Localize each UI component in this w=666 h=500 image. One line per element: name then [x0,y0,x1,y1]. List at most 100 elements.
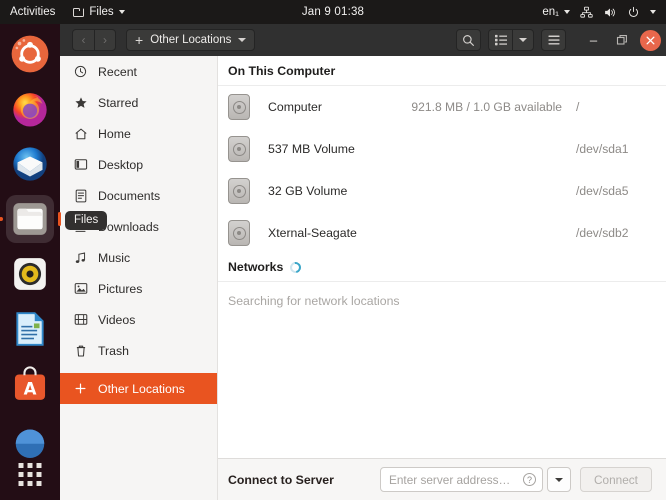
system-status-area[interactable]: en₁ [538,0,660,24]
grid-dot [27,472,33,477]
table-row[interactable]: Xternal-Seagate /dev/sdb2 [218,212,666,254]
back-button[interactable]: ‹ [72,29,94,51]
path-bar-label: Other Locations [150,34,232,46]
table-row[interactable]: Computer 921.8 MB / 1.0 GB available / [218,86,666,128]
ubuntu-dock: A [0,24,60,500]
sidebar-item-label: Pictures [98,281,143,296]
drive-name: 32 GB Volume [268,184,348,198]
path-bar-button[interactable]: + Other Locations [126,29,256,51]
grid-dot [36,481,42,486]
connect-button[interactable]: Connect [580,467,652,492]
section-title: On This Computer [228,64,336,78]
locations-content: On This Computer Computer 921.8 MB / 1.0… [218,56,666,500]
music-icon [73,250,88,265]
hamburger-menu-icon [547,35,560,45]
window-body: Recent Starred Home Desktop Documents Do… [60,56,666,500]
dock-item-firefox[interactable] [6,85,54,133]
drive-name: Computer [268,100,322,114]
window-header-bar: ‹ › + Other Locations [60,24,666,56]
trash-icon [73,343,88,358]
activities-label: Activities [10,6,56,18]
sidebar-item-desktop[interactable]: Desktop [60,149,217,180]
chevron-down-icon [118,10,125,14]
sidebar-item-label: Desktop [98,157,144,172]
drive-icon [228,136,250,162]
network-icon[interactable] [576,0,597,24]
libreoffice-writer-icon [16,312,44,346]
volume-icon[interactable] [599,0,621,24]
activities-button[interactable]: Activities [0,0,64,24]
sidebar-item-label: Recent [98,64,137,79]
firefox-icon [13,93,47,127]
power-icon[interactable] [623,0,644,24]
sidebar-item-pictures[interactable]: Pictures [60,273,217,304]
video-icon [73,312,88,327]
top-bar-left: Activities Files [0,0,134,24]
sidebar-item-starred[interactable]: Starred [60,87,217,118]
system-menu-chevron[interactable] [646,0,660,24]
app-menu-button[interactable]: Files [64,0,133,24]
grid-dot [36,463,42,468]
plus-icon [73,381,88,396]
main-menu-button[interactable] [541,29,566,51]
view-options-dropdown[interactable] [512,29,534,51]
drive-path: /dev/sdb2 [576,226,629,240]
maximize-button[interactable] [611,29,633,51]
keyboard-layout-button[interactable]: en₁ [538,0,574,24]
dock-item-ubuntu-software[interactable]: A [6,360,54,408]
maximize-icon [616,35,627,45]
table-row[interactable]: 32 GB Volume /dev/sda5 [218,170,666,212]
sidebar-item-trash[interactable]: Trash [60,335,217,366]
grid-dot [18,481,24,486]
loading-spinner-icon [288,259,304,275]
search-icon [463,34,474,46]
grid-dot [18,463,24,468]
help-icon [15,429,45,458]
sidebar-item-label: Trash [98,343,129,358]
minimize-button[interactable] [582,29,604,51]
sidebar-item-recent[interactable]: Recent [60,56,217,87]
sidebar-item-documents[interactable]: Documents [60,180,217,211]
documents-icon [73,188,88,203]
volume-glyph [605,7,615,17]
disc-glyph [232,142,246,156]
forward-button[interactable]: › [94,29,116,51]
dock-item-libreoffice-writer[interactable] [6,305,54,353]
gnome-top-bar: Activities Files Jan 9 01:38 en₁ [0,0,666,24]
chevron-down-icon [650,10,656,14]
sidebar-item-other-locations[interactable]: Other Locations [60,373,217,404]
grid-dot [36,472,42,477]
sidebar-item-label: Music [98,250,131,265]
dock-item-help[interactable] [6,415,54,463]
show-applications-button[interactable] [18,463,42,486]
disc-glyph [232,184,246,198]
dock-item-thunderbird[interactable] [6,140,54,188]
sidebar-item-music[interactable]: Music [60,242,217,273]
close-button[interactable] [640,29,661,51]
connect-to-server-bar: Connect to Server Enter server address… … [218,458,666,500]
ubuntu-logo-icon [11,35,49,73]
sidebar-item-videos[interactable]: Videos [60,304,217,335]
drive-path: / [576,100,580,114]
dock-item-files[interactable] [6,195,54,243]
list-view-button[interactable] [488,29,512,51]
table-row[interactable]: 537 MB Volume /dev/sda1 [218,128,666,170]
help-icon[interactable]: ? [523,473,536,486]
sidebar-item-home[interactable]: Home [60,118,217,149]
server-address-history-dropdown[interactable] [547,467,571,492]
svg-text:A: A [24,379,37,398]
home-icon [73,126,88,141]
search-button[interactable] [456,29,481,51]
desktop-icon [73,157,88,172]
ubuntu-software-icon: A [14,366,46,400]
clock[interactable]: Jan 9 01:38 [302,6,364,18]
dock-item-rhythmbox[interactable] [6,250,54,298]
files-window: ‹ › + Other Locations Recent Starred Hom… [60,24,666,500]
dock-item-ubuntu-logo[interactable] [6,30,54,78]
power-glyph [628,6,639,17]
server-address-input[interactable]: Enter server address… ? [380,467,543,492]
network-status-text: Searching for network locations [228,294,400,308]
disc-glyph [232,100,246,114]
drive-capacity: 921.8 MB / 1.0 GB available [411,100,562,114]
grid-dot [18,472,24,477]
